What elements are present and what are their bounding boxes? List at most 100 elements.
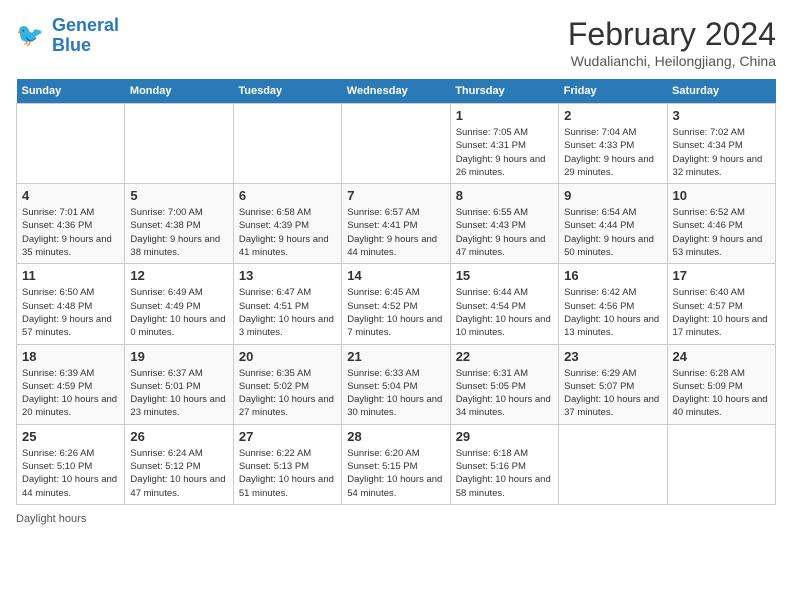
day-info: Sunrise: 7:02 AMSunset: 4:34 PMDaylight:… <box>673 126 770 179</box>
calendar-cell: 16 Sunrise: 6:42 AMSunset: 4:56 PMDayligh… <box>559 264 667 344</box>
calendar-cell: 12Sunrise: 6:49 AMSunset: 4:49 PMDayligh… <box>125 264 233 344</box>
calendar-cell: 27 Sunrise: 6:22 AMSunset: 5:13 PMDayligh… <box>233 424 341 504</box>
calendar-cell: 15 Sunrise: 6:44 AMSunset: 4:54 PMDayligh… <box>450 264 558 344</box>
day-info: Sunrise: 6:20 AMSunset: 5:15 PMDaylight:… <box>347 447 444 500</box>
calendar-cell: 9 Sunrise: 6:54 AMSunset: 4:44 PMDaylight… <box>559 184 667 264</box>
day-info: Sunrise: 6:58 AMSunset: 4:39 PMDaylight:… <box>239 206 336 259</box>
calendar-week-1: 1 Sunrise: 7:05 AMSunset: 4:31 PMDaylight… <box>17 104 776 184</box>
day-number: 22 <box>456 349 553 364</box>
calendar-table: SundayMondayTuesdayWednesdayThursdayFrid… <box>16 79 776 505</box>
calendar-week-4: 18 Sunrise: 6:39 AMSunset: 4:59 PMDayligh… <box>17 344 776 424</box>
calendar-cell: 28Sunrise: 6:20 AMSunset: 5:15 PMDayligh… <box>342 424 450 504</box>
daylight-label: Daylight hours <box>16 513 86 525</box>
calendar-week-3: 11 Sunrise: 6:50 AMSunset: 4:48 PMDayligh… <box>17 264 776 344</box>
day-info: Sunrise: 6:26 AMSunset: 5:10 PMDaylight:… <box>22 447 119 500</box>
day-info: Sunrise: 7:00 AMSunset: 4:38 PMDaylight:… <box>130 206 227 259</box>
svg-text:🐦: 🐦 <box>16 22 44 47</box>
day-info: Sunrise: 6:33 AMSunset: 5:04 PMDaylight:… <box>347 367 444 420</box>
page-header: 🐦 General Blue February 2024 Wudalianchi… <box>16 16 776 69</box>
calendar-cell: 17 Sunrise: 6:40 AMSunset: 4:57 PMDayligh… <box>667 264 775 344</box>
day-info: Sunrise: 6:31 AMSunset: 5:05 PMDaylight:… <box>456 367 553 420</box>
day-info: Sunrise: 6:18 AMSunset: 5:16 PMDaylight:… <box>456 447 553 500</box>
calendar-cell: 22 Sunrise: 6:31 AMSunset: 5:05 PMDayligh… <box>450 344 558 424</box>
calendar-week-2: 4Sunrise: 7:01 AMSunset: 4:36 PMDaylight… <box>17 184 776 264</box>
day-number: 15 <box>456 268 553 283</box>
day-number: 2 <box>564 108 661 123</box>
day-number: 20 <box>239 349 336 364</box>
day-number: 5 <box>130 188 227 203</box>
day-number: 19 <box>130 349 227 364</box>
day-info: Sunrise: 6:22 AMSunset: 5:13 PMDaylight:… <box>239 447 336 500</box>
logo: 🐦 General Blue <box>16 16 119 56</box>
day-info: Sunrise: 7:04 AMSunset: 4:33 PMDaylight:… <box>564 126 661 179</box>
day-info: Sunrise: 6:29 AMSunset: 5:07 PMDaylight:… <box>564 367 661 420</box>
month-year-title: February 2024 <box>568 16 776 53</box>
calendar-week-5: 25 Sunrise: 6:26 AMSunset: 5:10 PMDayligh… <box>17 424 776 504</box>
calendar-cell: 5 Sunrise: 7:00 AMSunset: 4:38 PMDaylight… <box>125 184 233 264</box>
calendar-cell <box>125 104 233 184</box>
day-info: Sunrise: 6:39 AMSunset: 4:59 PMDaylight:… <box>22 367 119 420</box>
day-info: Sunrise: 6:55 AMSunset: 4:43 PMDaylight:… <box>456 206 553 259</box>
weekday-header-wednesday: Wednesday <box>342 79 450 104</box>
calendar-cell: 6 Sunrise: 6:58 AMSunset: 4:39 PMDaylight… <box>233 184 341 264</box>
calendar-cell: 21 Sunrise: 6:33 AMSunset: 5:04 PMDayligh… <box>342 344 450 424</box>
weekday-header-monday: Monday <box>125 79 233 104</box>
weekday-header-row: SundayMondayTuesdayWednesdayThursdayFrid… <box>17 79 776 104</box>
day-info: Sunrise: 6:47 AMSunset: 4:51 PMDaylight:… <box>239 286 336 339</box>
calendar-cell: 8 Sunrise: 6:55 AMSunset: 4:43 PMDaylight… <box>450 184 558 264</box>
day-number: 6 <box>239 188 336 203</box>
calendar-cell: 25 Sunrise: 6:26 AMSunset: 5:10 PMDayligh… <box>17 424 125 504</box>
day-info: Sunrise: 6:37 AMSunset: 5:01 PMDaylight:… <box>130 367 227 420</box>
day-number: 18 <box>22 349 119 364</box>
calendar-cell <box>559 424 667 504</box>
calendar-cell <box>233 104 341 184</box>
day-number: 8 <box>456 188 553 203</box>
day-info: Sunrise: 6:35 AMSunset: 5:02 PMDaylight:… <box>239 367 336 420</box>
weekday-header-tuesday: Tuesday <box>233 79 341 104</box>
calendar-cell: 13 Sunrise: 6:47 AMSunset: 4:51 PMDayligh… <box>233 264 341 344</box>
day-number: 10 <box>673 188 770 203</box>
day-number: 17 <box>673 268 770 283</box>
day-number: 3 <box>673 108 770 123</box>
day-info: Sunrise: 6:28 AMSunset: 5:09 PMDaylight:… <box>673 367 770 420</box>
day-info: Sunrise: 6:44 AMSunset: 4:54 PMDaylight:… <box>456 286 553 339</box>
day-info: Sunrise: 6:40 AMSunset: 4:57 PMDaylight:… <box>673 286 770 339</box>
day-info: Sunrise: 6:45 AMSunset: 4:52 PMDaylight:… <box>347 286 444 339</box>
day-number: 11 <box>22 268 119 283</box>
logo-text: General Blue <box>52 16 119 56</box>
day-number: 13 <box>239 268 336 283</box>
calendar-cell: 1 Sunrise: 7:05 AMSunset: 4:31 PMDaylight… <box>450 104 558 184</box>
day-number: 9 <box>564 188 661 203</box>
calendar-cell: 29 Sunrise: 6:18 AMSunset: 5:16 PMDayligh… <box>450 424 558 504</box>
calendar-cell: 24 Sunrise: 6:28 AMSunset: 5:09 PMDayligh… <box>667 344 775 424</box>
weekday-header-thursday: Thursday <box>450 79 558 104</box>
day-info: Sunrise: 6:52 AMSunset: 4:46 PMDaylight:… <box>673 206 770 259</box>
day-number: 21 <box>347 349 444 364</box>
day-number: 25 <box>22 429 119 444</box>
day-info: Sunrise: 6:42 AMSunset: 4:56 PMDaylight:… <box>564 286 661 339</box>
day-number: 26 <box>130 429 227 444</box>
calendar-cell: 3 Sunrise: 7:02 AMSunset: 4:34 PMDaylight… <box>667 104 775 184</box>
day-number: 27 <box>239 429 336 444</box>
day-info: Sunrise: 6:54 AMSunset: 4:44 PMDaylight:… <box>564 206 661 259</box>
day-info: Sunrise: 7:05 AMSunset: 4:31 PMDaylight:… <box>456 126 553 179</box>
calendar-cell: 7 Sunrise: 6:57 AMSunset: 4:41 PMDaylight… <box>342 184 450 264</box>
weekday-header-sunday: Sunday <box>17 79 125 104</box>
day-number: 29 <box>456 429 553 444</box>
day-number: 16 <box>564 268 661 283</box>
footer: Daylight hours <box>16 513 776 525</box>
calendar-cell <box>17 104 125 184</box>
calendar-cell: 14Sunrise: 6:45 AMSunset: 4:52 PMDayligh… <box>342 264 450 344</box>
calendar-cell <box>342 104 450 184</box>
day-info: Sunrise: 6:50 AMSunset: 4:48 PMDaylight:… <box>22 286 119 339</box>
day-number: 1 <box>456 108 553 123</box>
calendar-cell: 4Sunrise: 7:01 AMSunset: 4:36 PMDaylight… <box>17 184 125 264</box>
day-number: 24 <box>673 349 770 364</box>
day-number: 4 <box>22 188 119 203</box>
day-info: Sunrise: 6:57 AMSunset: 4:41 PMDaylight:… <box>347 206 444 259</box>
day-number: 7 <box>347 188 444 203</box>
logo-bird-icon: 🐦 <box>16 20 48 52</box>
calendar-cell: 2 Sunrise: 7:04 AMSunset: 4:33 PMDaylight… <box>559 104 667 184</box>
day-info: Sunrise: 6:24 AMSunset: 5:12 PMDaylight:… <box>130 447 227 500</box>
weekday-header-saturday: Saturday <box>667 79 775 104</box>
